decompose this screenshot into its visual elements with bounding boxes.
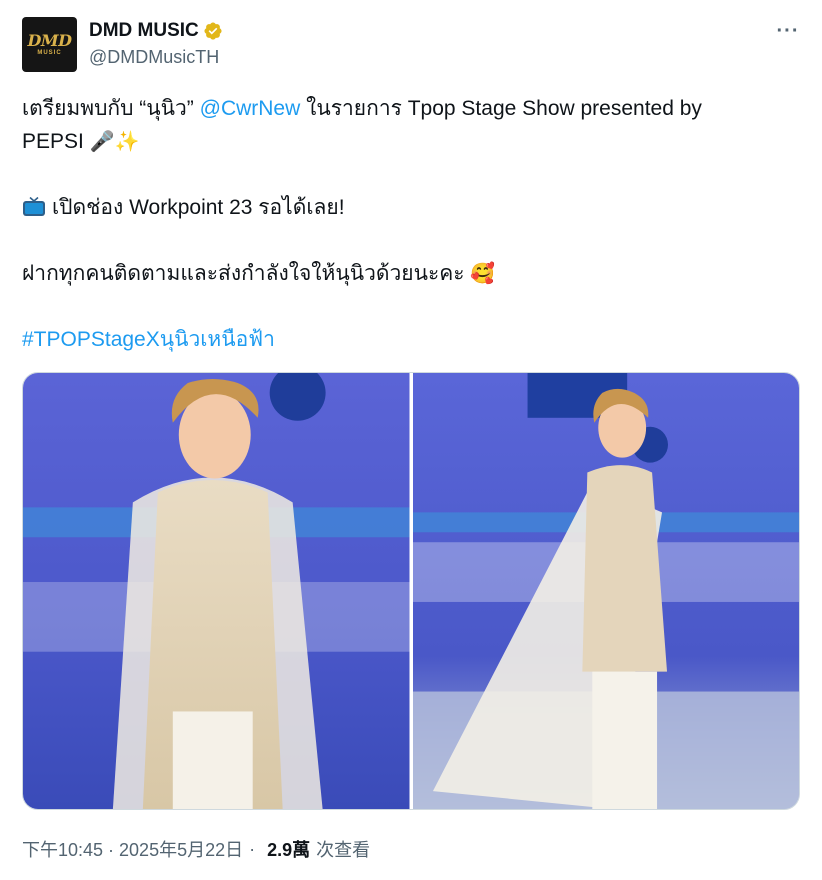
photo-1-image (23, 373, 410, 809)
media-grid (22, 372, 800, 810)
mention-link[interactable]: @CwrNew (200, 97, 301, 120)
photo-2-image (412, 373, 799, 809)
more-options-icon[interactable]: ··· (776, 19, 800, 43)
tweet-text-segment: ในรายการ Tpop Stage Show presented by (300, 97, 702, 120)
tweet-line-5: #TPOPStageXนุนิวเหนือฟ้า (22, 323, 802, 356)
smiling-face-hearts-emoji: 🥰 (470, 261, 496, 285)
tweet-line-3: เปิดช่อง Workpoint 23 รอได้เลย! (22, 191, 802, 224)
tweet-text-segment: เตรียมพบกับ “นุนิว” (22, 97, 200, 120)
tweet-text-segment: ฝากทุกคนติดตามและส่งกำลังใจให้นุนิวด้วยน… (22, 262, 471, 285)
avatar-logo-subtext: MUSIC (37, 49, 62, 56)
verified-badge-icon (204, 22, 222, 40)
tweet-text-segment: PEPSI (22, 130, 90, 153)
author-names: DMD MUSIC @DMDMusicTH (89, 19, 223, 68)
account-handle[interactable]: @DMDMusicTH (89, 47, 223, 68)
tweet-body: เตรียมพบกับ “นุนิว” @CwrNew ในรายการ Tpo… (22, 92, 802, 356)
tweet-text-segment: เปิดช่อง Workpoint 23 รอได้เลย! (52, 196, 345, 219)
photo-1[interactable] (23, 373, 410, 809)
meta-separator: · (249, 838, 256, 859)
tweet-header: DMD MUSIC DMD MUSIC @DMDMusicTH ··· (22, 17, 802, 73)
avatar[interactable]: DMD MUSIC (22, 17, 77, 72)
views-count: 2.9萬 (267, 840, 311, 860)
microphone-sparkles-emoji: 🎤✨ (89, 129, 140, 153)
display-name-row: DMD MUSIC (89, 19, 223, 43)
tweet-line-1: เตรียมพบกับ “นุนิว” @CwrNew ในรายการ Tpo… (22, 92, 802, 125)
television-icon (23, 197, 45, 216)
tweet-line-2: PEPSI 🎤✨ (22, 125, 802, 158)
timestamp[interactable]: 下午10:45 · 2025年5月22日 (22, 836, 243, 862)
tweet-line-4: ฝากทุกคนติดตามและส่งกำลังใจให้นุนิวด้วยน… (22, 257, 802, 290)
avatar-logo-text: DMD (27, 30, 72, 50)
views-label: 次查看 (316, 840, 371, 860)
hashtag-link[interactable]: #TPOPStageXนุนิวเหนือฟ้า (22, 328, 275, 351)
tweet-meta: 下午10:45 · 2025年5月22日 · 2.9萬 次查看 (22, 836, 370, 862)
photo-2[interactable] (412, 373, 799, 809)
display-name[interactable]: DMD MUSIC (89, 20, 199, 42)
